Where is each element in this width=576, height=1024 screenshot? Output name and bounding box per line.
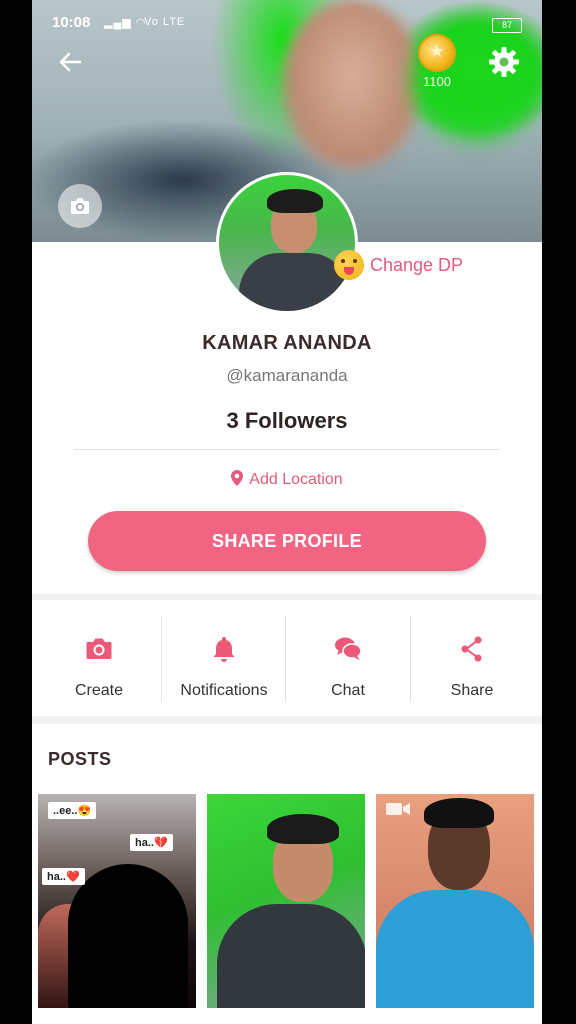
followers-count[interactable]: 3 Followers <box>32 408 542 434</box>
post-caption-tag: ..ee..😍 <box>48 802 97 819</box>
status-bar: 10:08 ▂▄▆ ◠ Vo LTE 87 <box>32 8 542 33</box>
divider <box>74 449 500 450</box>
status-time: 10:08 <box>52 14 91 31</box>
bell-icon <box>213 637 235 662</box>
post-thumbnail[interactable] <box>207 794 365 1008</box>
profile-name: KAMAR ANANDA <box>202 332 372 354</box>
posts-title: POSTS <box>48 749 112 769</box>
post-image-silhouette <box>68 864 188 1008</box>
post-image-body <box>376 890 534 1008</box>
post-image-body <box>217 904 365 1008</box>
video-camera-icon <box>386 803 410 815</box>
add-location-label: Add Location <box>249 471 343 488</box>
change-dp-label: Change DP <box>370 254 464 275</box>
share-action[interactable]: Share <box>410 600 534 716</box>
avatar[interactable] <box>216 172 358 314</box>
share-label: Share <box>450 682 494 699</box>
avatar-body <box>239 253 349 311</box>
notifications-action[interactable]: Notifications <box>162 600 286 716</box>
back-arrow-icon[interactable] <box>54 46 86 78</box>
coin-icon[interactable] <box>418 34 456 72</box>
network-type: Vo LTE <box>144 16 186 28</box>
add-location-link[interactable]: Add Location <box>32 470 542 491</box>
location-pin-icon <box>231 470 244 491</box>
share-profile-button[interactable]: SHARE PROFILE <box>88 511 486 571</box>
tongue-emoji-icon <box>334 250 364 280</box>
chat-label: Chat <box>331 682 365 699</box>
post-caption-tag: ha..💔 <box>130 834 173 851</box>
coin-count: 1100 <box>423 74 451 89</box>
post-image-hair <box>424 798 494 828</box>
camera-icon <box>86 638 112 659</box>
signal-icon: ▂▄▆ ◠ <box>104 17 147 29</box>
change-cover-camera-button[interactable] <box>58 184 102 228</box>
share-icon <box>461 636 482 662</box>
gear-icon[interactable] <box>486 44 522 80</box>
phone-screen: 10:08 ▂▄▆ ◠ Vo LTE 87 1100 <box>32 0 542 1024</box>
profile-handle: @kamarananda <box>226 366 348 385</box>
posts-section: POSTS ..ee..😍 ha..💔 ha..❤️ <box>32 724 542 1024</box>
create-action[interactable]: Create <box>37 600 161 716</box>
post-thumbnail[interactable] <box>376 794 534 1008</box>
post-caption-tag: ha..❤️ <box>42 868 85 885</box>
chat-action[interactable]: Chat <box>286 600 410 716</box>
change-dp-button[interactable]: Change DP <box>334 248 463 282</box>
avatar-hair <box>267 189 323 213</box>
notifications-label: Notifications <box>180 682 268 699</box>
action-bar: Create Notifications Chat Share <box>32 600 542 716</box>
post-thumbnail[interactable]: ..ee..😍 ha..💔 ha..❤️ <box>38 794 196 1008</box>
create-label: Create <box>74 682 124 699</box>
post-image-hair <box>267 814 339 844</box>
battery-icon: 87 <box>492 18 522 33</box>
chat-bubbles-icon <box>335 637 362 660</box>
camera-icon <box>71 198 89 214</box>
